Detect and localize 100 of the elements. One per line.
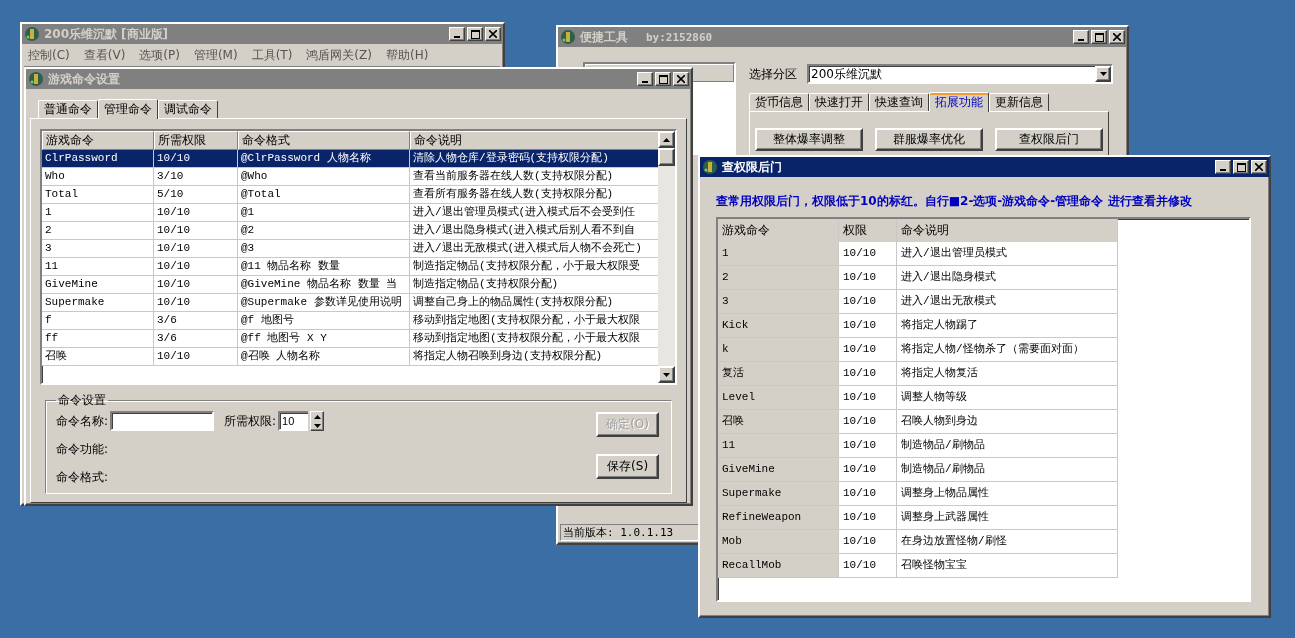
scrollbar[interactable]	[658, 131, 675, 383]
table-cell: 3	[718, 290, 839, 314]
table-row[interactable]: 1 10/10 @1 进入/退出管理员模式(进入模式后不会受到任	[42, 204, 658, 222]
menu-item[interactable]: 选项(P)	[139, 47, 180, 61]
table-cell: 制造物品/刷物品	[897, 458, 1118, 482]
scroll-down-button[interactable]	[658, 366, 675, 383]
table-cell: 10/10	[839, 506, 897, 530]
table-cell: 2	[718, 266, 839, 290]
tab[interactable]: 管理命令	[98, 99, 158, 119]
table-cell: 调整身上武器属性	[897, 506, 1118, 530]
table-cell: 调整身上物品属性	[897, 482, 1118, 506]
up-arrow-icon	[313, 414, 321, 419]
down-arrow-icon	[663, 372, 670, 377]
tab[interactable]: 拓展功能	[929, 92, 989, 112]
table-row[interactable]: GiveMine 10/10 @GiveMine 物品名称 数量 当 制造指定物品(支持权限分配)	[42, 276, 658, 294]
maximize-button[interactable]	[655, 72, 671, 86]
table-row[interactable]: 11 10/10 @11 物品名称 数量 制造指定物品(支持权限分配，小于最大权限受	[42, 258, 658, 276]
save-button[interactable]: 保存(S)	[596, 454, 659, 479]
menu-item[interactable]: 管理(M)	[193, 47, 238, 61]
name-label: 命令名称:	[56, 412, 109, 430]
column-header[interactable]: 所需权限	[154, 131, 238, 150]
menu-item[interactable]: 控制(C)	[28, 47, 70, 61]
table-cell: 10/10	[839, 266, 897, 290]
maximize-button[interactable]	[1091, 30, 1107, 44]
table-cell: 10/10	[839, 482, 897, 506]
table-row[interactable]: 召唤 10/10 @召唤 人物名称 将指定人物召唤到身边(支持权限分配)	[42, 348, 658, 366]
tab[interactable]: 快速查询	[869, 93, 929, 111]
menu-item[interactable]: 帮助(H)	[385, 47, 429, 61]
menu-item[interactable]: 鸿盾网关(Z)	[306, 47, 372, 61]
table-cell: Kick	[718, 314, 839, 338]
menu-item[interactable]: 查看(V)	[83, 47, 126, 61]
table-row[interactable]: Supermake 10/10 @Supermake 参数详见使用说明 调整自己身上的物品属性(支持权限分配)	[42, 294, 658, 312]
menu-item[interactable]: 工具(T)	[251, 47, 293, 61]
table-cell: 11	[718, 434, 839, 458]
table-cell: RefineWeapon	[718, 506, 839, 530]
table-row[interactable]: ff 3/6 @ff 地图号 X Y 移动到指定地图(支持权限分配，小于最大权限	[42, 330, 658, 348]
table-cell: 10/10	[839, 434, 897, 458]
app-icon	[702, 159, 718, 175]
table-cell: 10/10	[839, 554, 897, 578]
close-icon	[1113, 33, 1121, 41]
table-row[interactable]: 2 10/10 @2 进入/退出隐身模式(进入模式后别人看不到自	[42, 222, 658, 240]
table-row[interactable]: Who 3/10 @Who 查看当前服务器在线人数(支持权限分配)	[42, 168, 658, 186]
table-cell: 1	[718, 242, 839, 266]
spin-button[interactable]	[310, 411, 325, 431]
table-cell: 10/10	[839, 458, 897, 482]
action-button[interactable]: 群服爆率优化	[875, 128, 983, 151]
table-cell: 在身边放置怪物/刷怪	[897, 530, 1118, 554]
minimize-button[interactable]	[1073, 30, 1089, 44]
window-title: 便捷工具	[580, 28, 628, 46]
table-cell: 调整人物等级	[897, 386, 1118, 410]
table-cell: 10/10	[154, 348, 238, 366]
table-cell: 将指定人物/怪物杀了（需要面对面）	[897, 338, 1118, 362]
window-title: 200乐维沉默	[44, 25, 118, 43]
edition-label: [商业版]	[121, 25, 169, 43]
tab[interactable]: 更新信息	[989, 93, 1049, 111]
window-title: 游戏命令设置	[48, 70, 120, 88]
action-button[interactable]: 查权限后门	[995, 128, 1103, 151]
table-cell: 召唤	[42, 348, 154, 366]
permission-field[interactable]: 10	[278, 411, 309, 431]
tab[interactable]: 调试命令	[158, 100, 218, 118]
table-row[interactable]: ClrPassword 10/10 @ClrPassword 人物名称 清除人物仓库/登录密码(支持权限分配)	[42, 150, 658, 168]
close-button[interactable]	[485, 27, 501, 41]
action-button[interactable]: 整体爆率调整	[755, 128, 863, 151]
maximize-button[interactable]	[1233, 160, 1249, 174]
notice-text: 查常用权限后门，权限低于10的标红。自行■2-选项-游戏命令-管理命令 进行查看并修改	[716, 193, 1193, 210]
scroll-thumb[interactable]	[658, 148, 675, 166]
minimize-button[interactable]	[637, 72, 653, 86]
version-text: 当前版本: 1.0.1.13	[563, 525, 674, 540]
column-header[interactable]: 游戏命令	[42, 131, 154, 150]
table-cell: 将指定人物踢了	[897, 314, 1118, 338]
close-button[interactable]	[673, 72, 689, 86]
partition-dropdown[interactable]: 200乐维沉默	[807, 64, 1113, 84]
table-cell: 召唤怪物宝宝	[897, 554, 1118, 578]
close-icon	[677, 75, 685, 83]
table-cell: 10/10	[839, 410, 897, 434]
table-cell: 10/10	[839, 386, 897, 410]
name-field[interactable]	[110, 411, 215, 431]
table-cell: RecallMob	[718, 554, 839, 578]
table-row[interactable]: Total 5/10 @Total 查看所有服务器在线人数(支持权限分配)	[42, 186, 658, 204]
window-title: 查权限后门	[722, 158, 782, 176]
scroll-up-button[interactable]	[658, 131, 675, 148]
column-header[interactable]: 命令格式	[238, 131, 410, 150]
maximize-button[interactable]	[467, 27, 483, 41]
close-button[interactable]	[1251, 160, 1267, 174]
tab[interactable]: 货币信息	[749, 93, 809, 111]
table-cell: 10/10	[839, 530, 897, 554]
close-button[interactable]	[1109, 30, 1125, 44]
tab[interactable]: 快速打开	[809, 93, 869, 111]
author-label: by:2152860	[646, 30, 713, 44]
table-row[interactable]: 3 10/10 @3 进入/退出无敌模式(进入模式后人物不会死亡)	[42, 240, 658, 258]
table-row[interactable]: f 3/6 @f 地图号 移动到指定地图(支持权限分配，小于最大权限	[42, 312, 658, 330]
column-header[interactable]: 命令说明	[410, 131, 658, 150]
minimize-button[interactable]	[449, 27, 465, 41]
down-arrow-icon	[1099, 72, 1107, 76]
app-icon	[24, 26, 40, 42]
minimize-button[interactable]	[1215, 160, 1231, 174]
table-cell: 进入/退出管理员模式	[897, 242, 1118, 266]
dropdown-button[interactable]	[1095, 66, 1111, 82]
table-cell: 制造物品/刷物品	[897, 434, 1118, 458]
tab[interactable]: 普通命令	[38, 100, 98, 118]
